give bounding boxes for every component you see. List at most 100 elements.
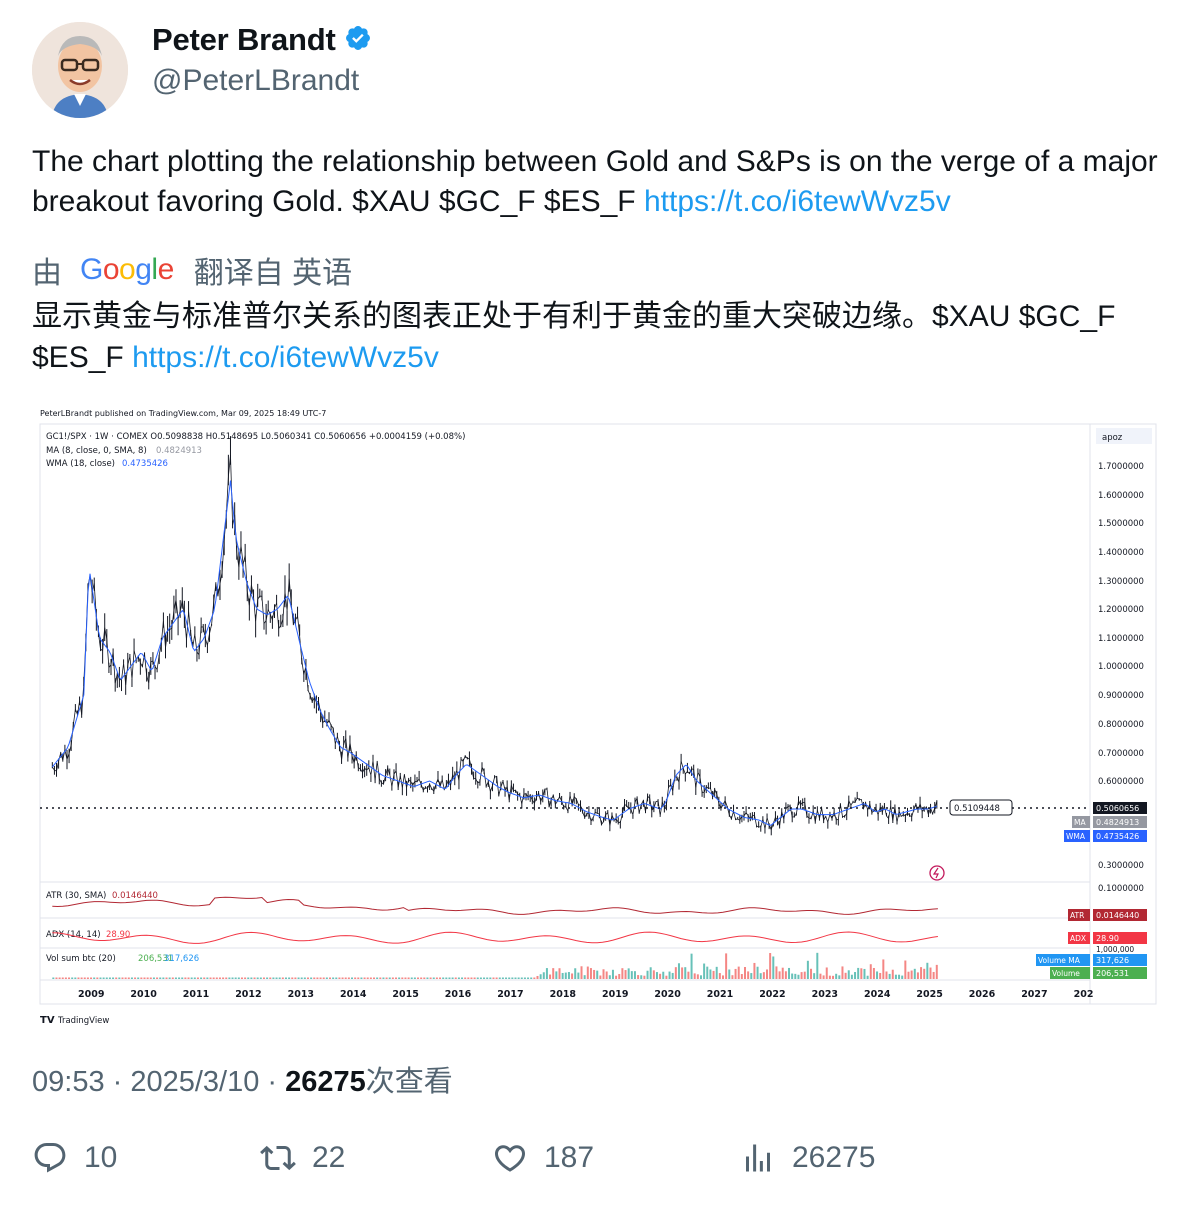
volume-bar bbox=[583, 975, 586, 979]
adx-tag-label: ADX bbox=[1070, 934, 1086, 943]
retweet-button[interactable]: 22 bbox=[260, 1140, 345, 1176]
volume-bar bbox=[284, 977, 287, 979]
volume-bar bbox=[196, 977, 199, 979]
volume-bar bbox=[712, 970, 715, 979]
volume-bar bbox=[96, 977, 99, 979]
volume-bar bbox=[671, 972, 674, 979]
volume-bar bbox=[819, 973, 822, 979]
volume-bar bbox=[517, 977, 520, 979]
volume-bar bbox=[168, 977, 171, 979]
views-button[interactable]: 26275 bbox=[740, 1140, 875, 1176]
volume-bar bbox=[181, 977, 184, 979]
volume-bar bbox=[68, 977, 71, 979]
volume-bar bbox=[869, 964, 872, 979]
volume-bar bbox=[237, 977, 240, 979]
volume-bar bbox=[696, 974, 699, 979]
volume-bar bbox=[599, 975, 602, 979]
volume-bar bbox=[454, 977, 457, 979]
volume-bar bbox=[83, 977, 86, 979]
volume-bar bbox=[725, 953, 728, 979]
x-tick-label: 2014 bbox=[340, 989, 367, 1000]
reply-button[interactable]: 10 bbox=[32, 1140, 117, 1176]
volume-bar bbox=[643, 975, 646, 979]
translated-link[interactable]: https://t.co/i6tewWvz5v bbox=[132, 341, 439, 374]
views-count: 26275 bbox=[792, 1141, 876, 1174]
volume-bar bbox=[212, 977, 215, 979]
ma-tag: 0.4824913 bbox=[1096, 818, 1139, 827]
volume-bar bbox=[432, 977, 435, 979]
author-handle[interactable]: @PeterLBrandt bbox=[152, 64, 359, 98]
like-button[interactable]: 187 bbox=[492, 1140, 594, 1176]
volume-bar bbox=[332, 977, 335, 979]
volume-bar bbox=[294, 977, 297, 979]
x-tick-label: 2015 bbox=[392, 989, 418, 1000]
volume-bar bbox=[398, 977, 401, 979]
volume-bar bbox=[71, 977, 74, 979]
volume-bar bbox=[926, 962, 929, 979]
x-tick-label: 2016 bbox=[445, 989, 472, 1000]
x-tick-label: 2013 bbox=[288, 989, 314, 1000]
volume-bar bbox=[149, 977, 152, 979]
volume-bar bbox=[118, 977, 121, 979]
volume-bar bbox=[655, 972, 658, 979]
volume-bar bbox=[344, 977, 347, 979]
volume-bar bbox=[514, 977, 517, 979]
volume-bar bbox=[495, 977, 498, 979]
volume-bar bbox=[564, 972, 567, 979]
google-logo: Google bbox=[80, 253, 174, 286]
volume-bar bbox=[718, 973, 721, 979]
adx-label: ADX (14, 14) bbox=[46, 930, 101, 940]
volume-bar bbox=[828, 975, 831, 979]
volume-bar bbox=[728, 969, 731, 979]
volume-bar bbox=[769, 953, 772, 979]
like-count: 187 bbox=[544, 1141, 595, 1174]
volume-bar bbox=[473, 977, 476, 979]
adx-tag: 28.90 bbox=[1096, 934, 1119, 943]
volume-bar bbox=[489, 977, 492, 979]
volume-bar bbox=[231, 977, 234, 979]
volume-bar bbox=[112, 977, 115, 979]
volume-bar bbox=[357, 977, 360, 979]
x-tick-label: 2009 bbox=[78, 989, 104, 1000]
volume-bar bbox=[803, 971, 806, 979]
volume-bar bbox=[681, 967, 684, 979]
volume-bar bbox=[894, 974, 897, 979]
volume-bar bbox=[492, 977, 495, 979]
y-tick-label: 0.8000000 bbox=[1098, 720, 1144, 730]
volume-bar bbox=[86, 977, 89, 979]
volume-bar bbox=[929, 967, 932, 979]
volume-bar bbox=[74, 977, 77, 979]
atr-tag: 0.0146440 bbox=[1096, 911, 1139, 920]
x-tick-label: 2024 bbox=[864, 989, 891, 1000]
y-tick-label: 1.1000000 bbox=[1098, 634, 1144, 644]
reply-count: 10 bbox=[84, 1141, 118, 1174]
volume-bar bbox=[253, 977, 256, 979]
volume-bar bbox=[772, 956, 775, 979]
volume-bar bbox=[766, 969, 769, 979]
volume-bar bbox=[602, 969, 605, 979]
volume-bar bbox=[413, 977, 416, 979]
x-tick-label: 202 bbox=[1074, 989, 1094, 1000]
volume-bar bbox=[872, 967, 875, 979]
volume-bar bbox=[555, 971, 558, 979]
volume-bar bbox=[589, 968, 592, 979]
tweet-time[interactable]: 09:53 · 2025/3/10 · bbox=[32, 1066, 285, 1098]
y-tick-label: 1.4000000 bbox=[1098, 548, 1144, 558]
chart-header-line: GC1!/SPX · 1W · COMEX O0.5098838 H0.5148… bbox=[46, 432, 465, 442]
volume-bar bbox=[269, 977, 272, 979]
tweet-link[interactable]: https://t.co/i6tewWvz5v bbox=[644, 185, 951, 218]
volume-bar bbox=[407, 977, 410, 979]
volume-bar bbox=[250, 977, 253, 979]
volume-bar bbox=[649, 967, 652, 979]
volume-bar bbox=[847, 970, 850, 979]
volume-bar bbox=[630, 971, 633, 979]
volume-bar bbox=[891, 969, 894, 979]
avatar-illustration bbox=[32, 22, 128, 118]
volume-bar bbox=[916, 972, 919, 979]
volume-bar bbox=[901, 975, 904, 979]
volume-bar bbox=[611, 969, 614, 979]
author-name[interactable]: Peter Brandt bbox=[152, 22, 336, 58]
avatar[interactable] bbox=[32, 22, 128, 118]
volume-bar bbox=[810, 968, 813, 979]
chart-image[interactable]: PeterLBrandt published on TradingView.co… bbox=[32, 398, 1164, 1034]
